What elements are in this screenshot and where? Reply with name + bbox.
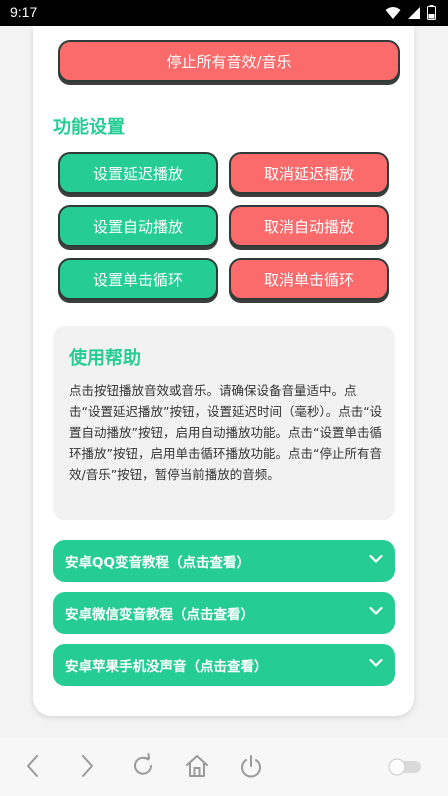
- cancel-delay-button[interactable]: 取消延迟播放: [229, 152, 389, 194]
- home-icon[interactable]: [184, 752, 210, 780]
- set-loop-label: 设置单击循环: [92, 270, 183, 289]
- cancel-autoplay-button[interactable]: 取消自动播放: [229, 205, 389, 247]
- signal-icon: [408, 6, 420, 19]
- toggle-switch[interactable]: [388, 758, 422, 776]
- help-title: 使用帮助: [69, 348, 141, 369]
- stop-all-label: 停止所有音效/音乐: [166, 52, 292, 71]
- cancel-loop-button[interactable]: 取消单击循环: [229, 258, 389, 300]
- set-loop-button[interactable]: 设置单击循环: [58, 258, 218, 300]
- chevron-down-icon: [369, 606, 383, 615]
- stop-all-button[interactable]: 停止所有音效/音乐: [58, 40, 400, 82]
- wifi-icon: [385, 6, 401, 19]
- help-text: 点击按钮播放音效或音乐。请确保设备音量适中。点击“设置延迟播放”按钮，设置延迟时…: [69, 383, 383, 482]
- accordion-wechat[interactable]: 安卓微信变音教程（点击查看）: [53, 592, 395, 634]
- cancel-loop-label: 取消单击循环: [263, 270, 354, 289]
- accordion-no-sound[interactable]: 安卓苹果手机没声音（点击查看）: [53, 644, 395, 686]
- accordion-no-sound-label: 安卓苹果手机没声音（点击查看）: [65, 659, 268, 675]
- accordion-qq-label: 安卓QQ变音教程（点击查看）: [65, 555, 250, 571]
- cancel-delay-label: 取消延迟播放: [263, 164, 354, 183]
- browser-nav-bar: [0, 738, 448, 796]
- cancel-autoplay-label: 取消自动播放: [263, 217, 354, 236]
- set-autoplay-label: 设置自动播放: [92, 217, 183, 236]
- back-icon[interactable]: [24, 752, 42, 780]
- accordion-wechat-label: 安卓微信变音教程（点击查看）: [65, 607, 254, 623]
- battery-icon: [427, 5, 436, 20]
- chevron-down-icon: [369, 658, 383, 667]
- status-bar: 9:17: [0, 0, 448, 26]
- set-delay-label: 设置延迟播放: [92, 164, 183, 183]
- chevron-down-icon: [369, 554, 383, 563]
- power-icon[interactable]: [238, 752, 264, 780]
- accordion-qq[interactable]: 安卓QQ变音教程（点击查看）: [53, 540, 395, 582]
- section-title: 功能设置: [53, 117, 125, 138]
- status-time: 9:17: [10, 4, 38, 20]
- help-panel: 使用帮助 点击按钮播放音效或音乐。请确保设备音量适中。点击“设置延迟播放”按钮，…: [53, 326, 395, 520]
- set-autoplay-button[interactable]: 设置自动播放: [58, 205, 218, 247]
- forward-icon[interactable]: [78, 752, 96, 780]
- set-delay-button[interactable]: 设置延迟播放: [58, 152, 218, 194]
- refresh-icon[interactable]: [130, 752, 156, 780]
- status-icons: [385, 5, 436, 20]
